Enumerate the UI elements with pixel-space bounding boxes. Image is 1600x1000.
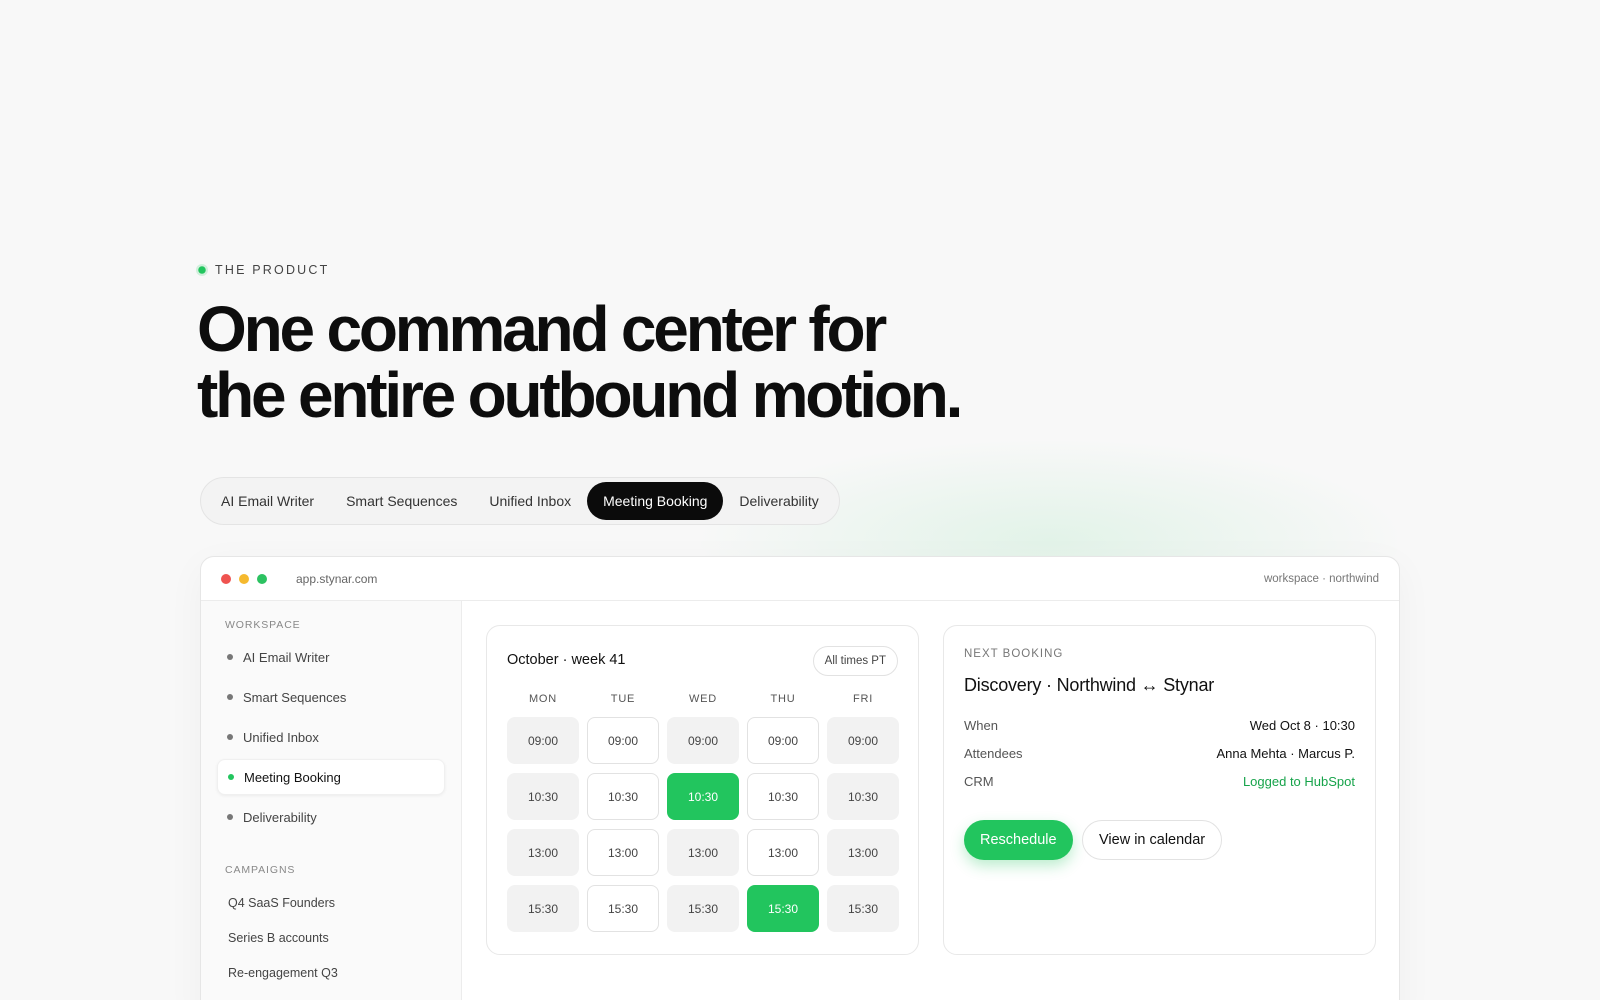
sidebar-item-label: AI Email Writer	[243, 649, 330, 665]
workspace-label: workspace · northwind	[1263, 572, 1379, 585]
time-slot-thu-open[interactable]: 10:30	[747, 773, 819, 820]
sidebar-section-workspace: WORKSPACE	[225, 619, 301, 631]
time-slot-mon-busy[interactable]: 09:00	[507, 717, 579, 764]
time-slot-tue-open[interactable]: 15:30	[587, 885, 659, 932]
sidebar-item-label: Deliverability	[243, 809, 317, 825]
reschedule-button[interactable]: Reschedule	[964, 820, 1073, 860]
booking-row-when: When Wed Oct 8 · 10:30	[964, 718, 1355, 733]
next-booking-card: NEXT BOOKING Discovery · Northwind ↔ Sty…	[943, 625, 1376, 955]
bullet-icon	[227, 694, 233, 700]
when-label: When	[964, 718, 998, 733]
view-in-calendar-button[interactable]: View in calendar	[1082, 820, 1223, 860]
time-slot-tue-open[interactable]: 09:00	[587, 717, 659, 764]
attendees-value: Anna Mehta · Marcus P.	[1216, 746, 1356, 761]
sidebar-item-meeting-booking[interactable]: Meeting Booking	[217, 759, 445, 795]
campaign-item-series-b[interactable]: Series B accounts	[228, 931, 329, 945]
headline-line-2: the entire outbound motion.	[197, 359, 963, 431]
page-headline: One command center for the entire outbou…	[197, 293, 963, 431]
day-header-wed: WED	[688, 693, 718, 705]
time-slot-wed-booked[interactable]: 10:30	[667, 773, 739, 820]
calendar-card: October · week 41 All times PT MON TUE W…	[486, 625, 919, 955]
time-slot-thu-open[interactable]: 09:00	[747, 717, 819, 764]
bullet-icon	[227, 814, 233, 820]
status-dot-icon	[198, 266, 206, 274]
day-header-fri: FRI	[852, 693, 874, 705]
time-slot-tue-open[interactable]: 13:00	[587, 829, 659, 876]
headline-line-1: One command center for	[197, 293, 887, 365]
sidebar-item-unified-inbox[interactable]: Unified Inbox	[217, 719, 445, 755]
bullet-icon	[227, 734, 233, 740]
booking-row-attendees: Attendees Anna Mehta · Marcus P.	[964, 746, 1355, 761]
window-controls	[221, 573, 267, 584]
time-slot-wed-busy[interactable]: 13:00	[667, 829, 739, 876]
day-header-thu: THU	[770, 693, 796, 705]
next-booking-label: NEXT BOOKING	[964, 648, 1064, 660]
minimize-window-icon[interactable]	[239, 573, 249, 584]
maximize-window-icon[interactable]	[257, 573, 267, 584]
sidebar-section-campaigns: CAMPAIGNS	[225, 864, 296, 876]
day-header-mon: MON	[528, 693, 558, 705]
campaign-item-re-engagement[interactable]: Re-engagement Q3	[228, 966, 338, 980]
sidebar-item-deliverability[interactable]: Deliverability	[217, 799, 445, 835]
time-slot-fri-busy[interactable]: 15:30	[827, 885, 899, 932]
app-window: app.stynar.com workspace · northwind WOR…	[200, 556, 1400, 1000]
calendar-day-headers: MON TUE WED THU FRI	[507, 693, 899, 705]
close-window-icon[interactable]	[221, 573, 231, 584]
tab-unified-inbox[interactable]: Unified Inbox	[473, 482, 587, 520]
tab-meeting-booking[interactable]: Meeting Booking	[587, 482, 724, 520]
tab-deliverability[interactable]: Deliverability	[723, 482, 834, 520]
sidebar-item-label: Unified Inbox	[243, 729, 319, 745]
attendees-label: Attendees	[964, 746, 1023, 761]
calendar-title: October · week 41	[507, 652, 626, 668]
crm-label: CRM	[964, 774, 994, 789]
feature-tabs: AI Email Writer Smart Sequences Unified …	[200, 477, 840, 525]
time-slot-wed-busy[interactable]: 15:30	[667, 885, 739, 932]
crm-status: Logged to HubSpot	[1242, 774, 1355, 789]
time-slot-mon-busy[interactable]: 10:30	[507, 773, 579, 820]
tab-ai-email-writer[interactable]: AI Email Writer	[205, 482, 330, 520]
time-slot-mon-busy[interactable]: 13:00	[507, 829, 579, 876]
eyebrow-label: THE PRODUCT	[215, 263, 330, 277]
time-slot-thu-booked[interactable]: 15:30	[747, 885, 819, 932]
sidebar: WORKSPACE AI Email Writer Smart Sequence…	[201, 601, 462, 1000]
sidebar-item-label: Smart Sequences	[243, 689, 347, 705]
time-slot-wed-busy[interactable]: 09:00	[667, 717, 739, 764]
time-slot-thu-open[interactable]: 13:00	[747, 829, 819, 876]
sidebar-item-ai-email-writer[interactable]: AI Email Writer	[217, 639, 445, 675]
window-url: app.stynar.com	[296, 571, 378, 586]
sidebar-item-smart-sequences[interactable]: Smart Sequences	[217, 679, 445, 715]
section-eyebrow: THE PRODUCT	[197, 263, 329, 277]
time-slot-fri-busy[interactable]: 09:00	[827, 717, 899, 764]
active-bullet-icon	[228, 774, 234, 780]
tab-smart-sequences[interactable]: Smart Sequences	[330, 482, 473, 520]
time-slot-mon-busy[interactable]: 15:30	[507, 885, 579, 932]
when-value: Wed Oct 8 · 10:30	[1249, 718, 1355, 733]
window-titlebar: app.stynar.com workspace · northwind	[201, 557, 1399, 601]
bullet-icon	[227, 654, 233, 660]
timezone-pill[interactable]: All times PT	[812, 646, 898, 676]
day-header-tue: TUE	[610, 693, 636, 705]
time-slot-fri-busy[interactable]: 10:30	[827, 773, 899, 820]
booking-row-crm: CRM Logged to HubSpot	[964, 774, 1355, 789]
calendar-slot-grid: 09:00 09:00 09:00 09:00 09:00 10:30 10:30 10:30…	[507, 717, 899, 932]
time-slot-fri-busy[interactable]: 13:00	[827, 829, 899, 876]
booking-title: Discovery · Northwind ↔ Stynar	[964, 675, 1215, 695]
campaign-item-q4-saas-founders[interactable]: Q4 SaaS Founders	[228, 896, 335, 910]
sidebar-item-label: Meeting Booking	[244, 769, 341, 785]
time-slot-tue-open[interactable]: 10:30	[587, 773, 659, 820]
